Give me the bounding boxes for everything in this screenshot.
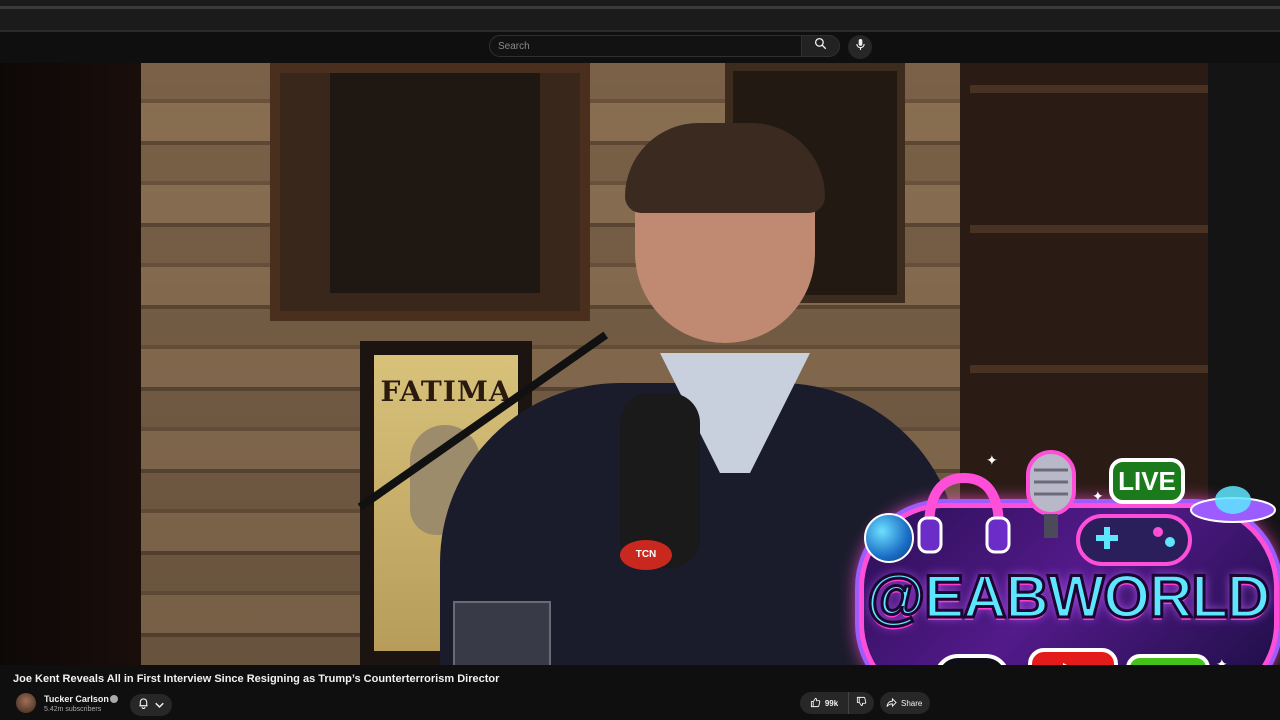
like-button[interactable]: 99k — [800, 692, 848, 714]
mic-icon — [855, 38, 866, 56]
overlay-handle: @EABWORLD — [865, 562, 1272, 631]
search-input[interactable] — [498, 38, 788, 54]
host-hair — [625, 123, 825, 213]
dislike-button[interactable] — [848, 692, 874, 714]
channel-name[interactable]: Tucker Carlson — [44, 694, 109, 704]
notification-button[interactable] — [130, 694, 172, 716]
video-scene-left-shadow — [0, 63, 141, 665]
share-button[interactable]: Share — [880, 692, 930, 714]
shelf-board — [970, 225, 1208, 233]
ufo-icon — [1190, 486, 1276, 523]
thumbs-down-icon — [856, 694, 867, 712]
browser-chrome-strip — [0, 0, 1280, 32]
verified-icon — [110, 695, 118, 703]
bell-icon — [138, 696, 149, 714]
voice-search-button[interactable] — [848, 35, 872, 59]
subscriber-count: 5.42m subscribers — [44, 706, 102, 713]
video-title: Joe Kent Reveals All in First Interview … — [13, 673, 500, 685]
channel-avatar[interactable] — [16, 693, 36, 713]
shelf-board — [970, 365, 1208, 373]
share-icon — [886, 697, 897, 710]
globe-icon — [864, 513, 914, 563]
search-button[interactable] — [802, 35, 840, 57]
sparkle-icon: ✦ — [1092, 488, 1104, 504]
microphone-brand-label: TCN — [620, 540, 672, 570]
sparkle-icon: ✦ — [986, 452, 998, 468]
shelf-board — [970, 85, 1208, 93]
gamepad-icon — [1076, 514, 1192, 566]
headphones-icon — [917, 472, 1011, 554]
thumbs-up-icon — [810, 697, 821, 710]
video-scene-glass — [453, 601, 551, 665]
browser-chrome-line — [0, 6, 1280, 9]
search-icon — [814, 37, 827, 55]
masthead — [0, 32, 1280, 63]
chevron-down-icon — [155, 696, 164, 714]
live-badge: LIVE — [1109, 458, 1185, 504]
share-label: Share — [901, 698, 923, 708]
like-count: 99k — [824, 698, 839, 708]
video-info-bar: Joe Kent Reveals All in First Interview … — [0, 665, 1280, 720]
search-box[interactable] — [489, 35, 802, 57]
